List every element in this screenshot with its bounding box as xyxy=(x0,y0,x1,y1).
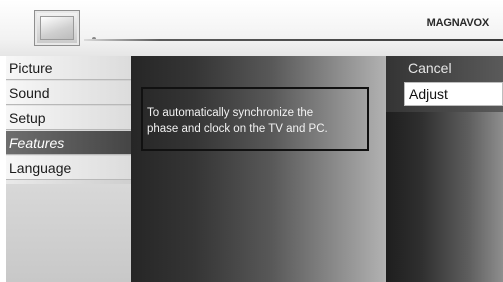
adjust-option[interactable]: Adjust xyxy=(404,82,503,106)
menu-item-picture[interactable]: Picture xyxy=(6,56,131,80)
brand-logo: MAGNAVOX xyxy=(426,17,490,29)
cancel-option[interactable]: Cancel xyxy=(408,60,452,76)
tv-menu-screen: MAGNAVOX Picture Sound Setup Features La… xyxy=(0,0,503,282)
header-bar: MAGNAVOX xyxy=(0,0,503,56)
tv-screen-icon-part xyxy=(40,16,74,40)
options-panel: Cancel Adjust xyxy=(386,56,503,282)
menu-item-setup[interactable]: Setup xyxy=(6,106,131,130)
main-menu: Picture Sound Setup Features Language xyxy=(6,56,131,282)
menu-item-sound[interactable]: Sound xyxy=(6,81,131,105)
menu-empty-area xyxy=(6,184,131,282)
menu-item-language[interactable]: Language xyxy=(6,156,131,180)
info-panel: To automatically synchronize the phase a… xyxy=(131,56,386,282)
help-text-line-1: To automatically synchronize the xyxy=(147,107,314,119)
tv-icon xyxy=(34,10,80,46)
menu-item-features[interactable]: Features xyxy=(6,131,131,155)
header-divider xyxy=(84,39,503,41)
help-text-box: To automatically synchronize the phase a… xyxy=(141,87,369,151)
menu-panel: Picture Sound Setup Features Language To… xyxy=(6,56,503,282)
help-text-line-2: phase and clock on the TV and PC. xyxy=(147,123,328,135)
